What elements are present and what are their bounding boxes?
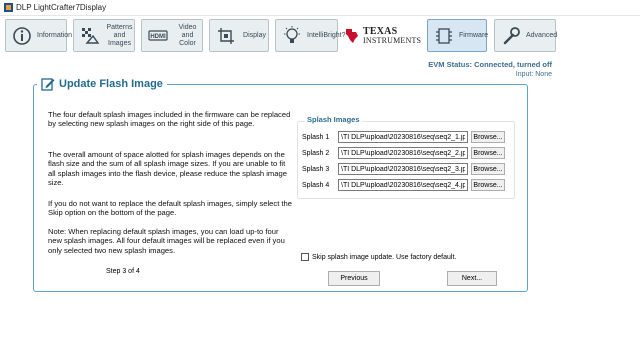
splash-3-label: Splash 3 [302, 165, 330, 173]
splash-row-1: Splash 1 Browse... [302, 131, 505, 143]
display-label: Display [243, 31, 266, 39]
previous-button[interactable]: Previous [328, 271, 380, 286]
input-status: Input: None [515, 71, 552, 78]
information-label: Information [37, 31, 73, 39]
splash-3-browse-button[interactable]: Browse... [471, 163, 505, 175]
next-button[interactable]: Next... [447, 271, 497, 286]
splash-row-2: Splash 2 Browse... [302, 147, 505, 159]
patterns-images-label: Patterns and Images [106, 23, 133, 47]
intellibright-button[interactable]: IntelliBright? [275, 19, 346, 52]
description-paragraph-2: The overall amount of space alotted for … [48, 150, 287, 188]
firmware-button[interactable]: Firmware [427, 19, 489, 52]
evm-status: EVM Status: Connected, turned off [428, 60, 552, 69]
splash-2-browse-button[interactable]: Browse... [471, 147, 505, 159]
splash-images-title: Splash Images [305, 115, 362, 124]
splash-2-path-input[interactable] [338, 147, 468, 159]
splash-3-path-input[interactable] [338, 163, 468, 175]
chip-icon [436, 27, 452, 44]
intellibright-label: IntelliBright? [307, 31, 346, 39]
display-button[interactable]: Display [209, 19, 269, 52]
ti-state-icon [346, 28, 358, 43]
brand-line-2: Instruments [363, 35, 422, 45]
lightbulb-icon [284, 25, 300, 43]
hdmi-icon: HDMI [148, 29, 168, 41]
description-paragraph-4: Note: When replacing default splash imag… [48, 227, 285, 255]
splash-2-label: Splash 2 [302, 149, 330, 157]
title-bar: DLP LightCrafter7Display [0, 0, 640, 16]
patterns-icon [82, 27, 100, 44]
splash-4-path-input[interactable] [338, 179, 468, 191]
main-toolbar: Information Patterns and Images HDMI Vid… [0, 16, 640, 56]
video-color-label: Video and Color [178, 23, 197, 47]
splash-row-3: Splash 3 Browse... [302, 163, 505, 175]
hdmi-badge: HDMI [150, 34, 166, 40]
brand-line-1: Texas [363, 25, 398, 37]
step-indicator: Step 3 of 4 [106, 268, 140, 275]
window-title: DLP LightCrafter7Display [16, 3, 107, 12]
texas-instruments-logo: Texas Instruments [344, 19, 422, 52]
information-button[interactable]: Information [5, 19, 72, 52]
skip-splash-label: Skip splash image update. Use factory de… [312, 253, 457, 261]
firmware-label: Firmware [459, 31, 489, 39]
info-icon [13, 26, 31, 45]
wrench-icon [503, 26, 520, 44]
skip-splash-checkbox[interactable] [301, 253, 309, 261]
splash-1-path-input[interactable] [338, 131, 468, 143]
splash-row-4: Splash 4 Browse... [302, 179, 505, 191]
splash-1-label: Splash 1 [302, 133, 330, 141]
advanced-button[interactable]: Advanced [494, 19, 558, 52]
splash-1-browse-button[interactable]: Browse... [471, 131, 505, 143]
panel-title: Update Flash Image [37, 75, 167, 93]
advanced-label: Advanced [526, 31, 558, 39]
edit-icon [41, 78, 55, 91]
splash-4-browse-button[interactable]: Browse... [471, 179, 505, 191]
skip-splash-option[interactable]: Skip splash image update. Use factory de… [301, 253, 456, 261]
patterns-images-button[interactable]: Patterns and Images [73, 19, 135, 52]
description-paragraph-1: The four default splash images included … [48, 110, 291, 129]
video-color-button[interactable]: HDMI Video and Color [141, 19, 203, 52]
splash-4-label: Splash 4 [302, 181, 330, 189]
display-icon [218, 27, 234, 44]
description-paragraph-3: If you do not want to replace the defaul… [48, 199, 292, 218]
panel-title-text: Update Flash Image [59, 78, 163, 90]
app-icon [4, 3, 13, 12]
